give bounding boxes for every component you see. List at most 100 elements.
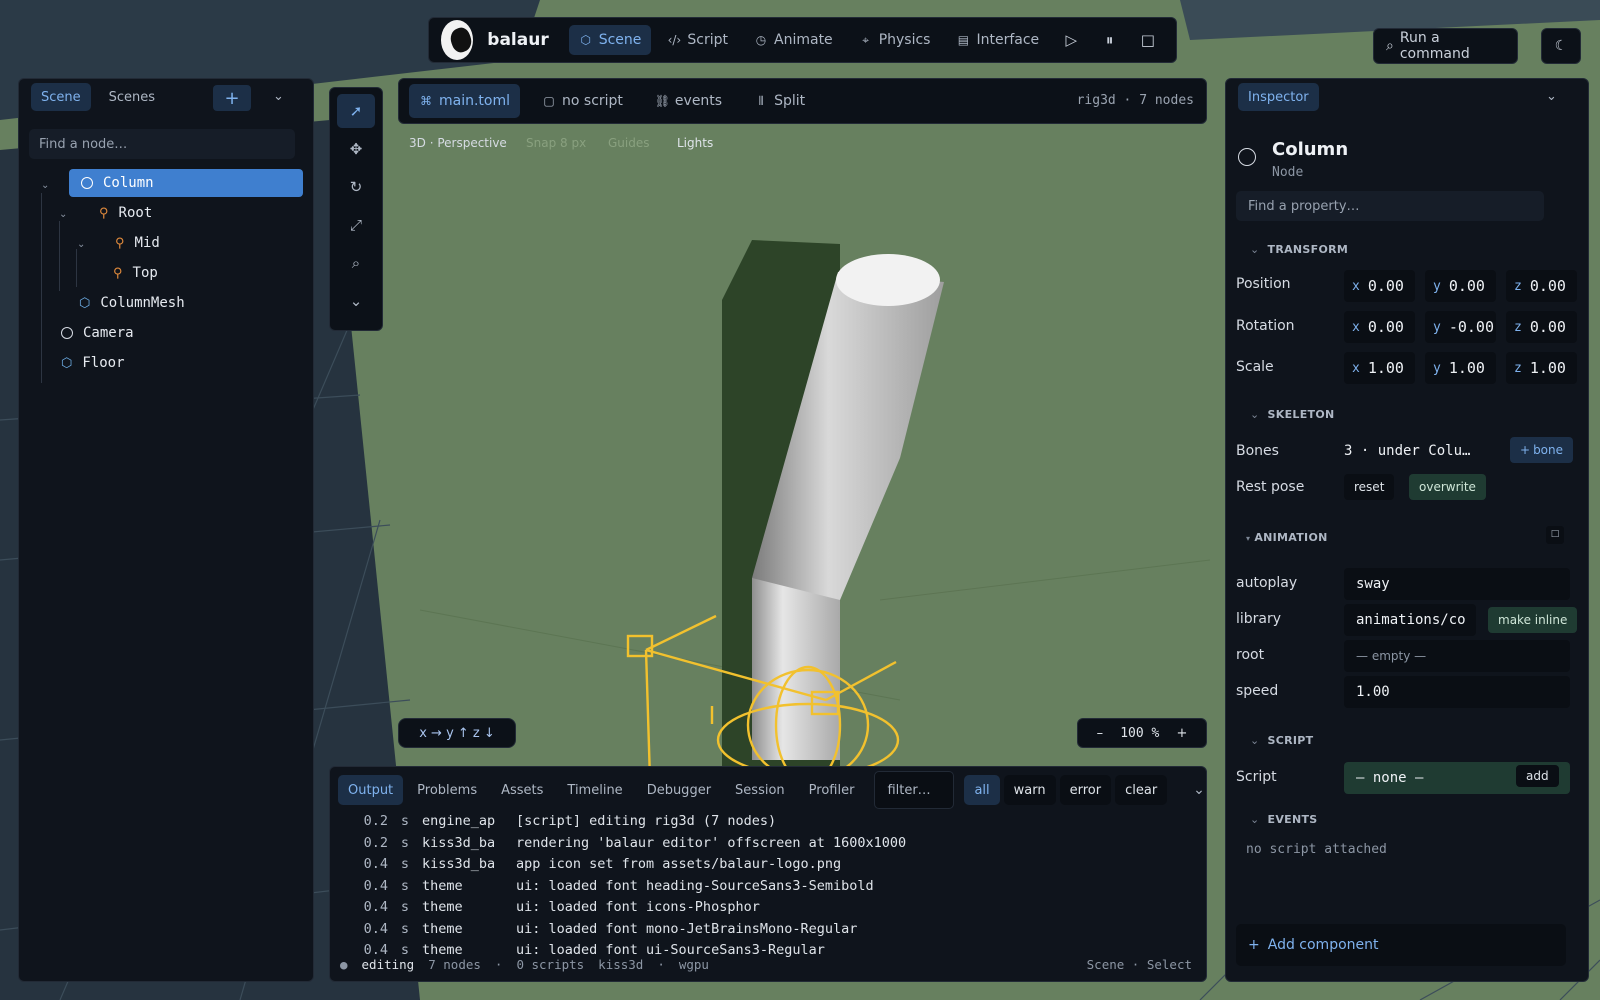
tree-item-column[interactable]: Column (69, 169, 303, 197)
snap-toggle[interactable]: Snap 8 px (526, 136, 586, 150)
scale-x-field[interactable]: x 1.00 (1344, 352, 1415, 384)
tab-interface[interactable]: ▤ Interface (946, 25, 1049, 55)
select-tool-button[interactable]: ➚ (337, 94, 375, 128)
tab-physics[interactable]: ⌖ Physics (849, 25, 941, 55)
tab-no-script[interactable]: ▢ no script (532, 84, 633, 118)
position-y-field[interactable]: y 0.00 (1425, 270, 1496, 302)
zoom-out-button[interactable]: – (1097, 726, 1104, 741)
collapse-toggle[interactable]: ⌄ (59, 209, 67, 220)
tab-scene[interactable]: ⬡ Scene (568, 25, 652, 55)
tab-inspector[interactable]: Inspector (1238, 83, 1319, 111)
tab-events[interactable]: ⛓ events (645, 84, 732, 118)
tab-assets[interactable]: Assets (491, 775, 553, 805)
tree-item-columnmesh[interactable]: ⬡ ColumnMesh (79, 289, 185, 317)
rest-pose-label: Rest pose (1236, 479, 1305, 495)
add-component-button[interactable]: + Add component (1236, 924, 1566, 966)
rotation-y-field[interactable]: y -0.00 (1425, 311, 1496, 343)
add-node-button[interactable]: + (213, 85, 251, 111)
tree-item-camera[interactable]: Camera (61, 319, 134, 347)
bones-value: 3 · under Colu… (1344, 443, 1471, 459)
make-inline-button[interactable]: make inline (1488, 607, 1578, 633)
log-source: theme (422, 877, 463, 894)
play-button[interactable]: ▷ (1055, 23, 1087, 57)
code-icon: ‹/› (667, 33, 682, 47)
command-palette-button[interactable]: ⌕ Run a command (1373, 28, 1518, 64)
speed-field[interactable]: 1.00 (1344, 676, 1570, 708)
property-search-input[interactable] (1236, 191, 1544, 221)
plus-icon: + (1248, 937, 1260, 953)
scale-y-field[interactable]: y 1.00 (1425, 352, 1496, 384)
chevron-down-icon[interactable]: ⌄ (1546, 89, 1557, 104)
pause-icon: ⏸ (1105, 31, 1114, 49)
reset-pose-button[interactable]: reset (1344, 474, 1395, 500)
log-unit: s (400, 920, 410, 937)
tab-label: main.toml (439, 93, 511, 109)
zoom-tool-button[interactable]: ⌕ (337, 246, 375, 280)
rotation-z-field[interactable]: z 0.00 (1506, 311, 1577, 343)
tab-debugger[interactable]: Debugger (637, 775, 721, 805)
scale-tool-button[interactable]: ⤢ (337, 208, 375, 242)
tab-animate[interactable]: ◷ Animate (744, 25, 843, 55)
tree-item-root[interactable]: ⚲ Root (99, 199, 152, 227)
tab-main-toml[interactable]: ⌘ main.toml (409, 84, 521, 118)
log-time: 0.4 (363, 899, 388, 915)
tab-output[interactable]: Output (338, 775, 404, 805)
camera-mode-label[interactable]: 3D · Perspective (409, 136, 507, 150)
collapse-toggle[interactable]: ⌄ (77, 239, 85, 250)
stop-button[interactable]: □ (1132, 23, 1164, 57)
tab-scene-tree[interactable]: Scene (31, 83, 91, 111)
level-error-button[interactable]: error (1059, 775, 1112, 805)
tab-problems[interactable]: Problems (407, 775, 487, 805)
collapse-toggle[interactable]: ⌄ (41, 180, 49, 191)
move-tool-button[interactable]: ✥ (337, 132, 375, 166)
tab-timeline[interactable]: Timeline (557, 775, 632, 805)
level-all-button[interactable]: all (964, 775, 1000, 805)
search-icon: ⌕ (351, 254, 361, 272)
autoplay-field[interactable]: sway (1344, 568, 1570, 600)
tab-profiler[interactable]: Profiler (799, 775, 865, 805)
tree-item-floor[interactable]: ⬡ Floor (61, 349, 125, 377)
add-script-button[interactable]: add (1516, 765, 1559, 787)
root-field[interactable]: — empty — (1344, 640, 1570, 672)
chevron-down-icon[interactable]: ⌄ (1193, 782, 1205, 798)
theme-toggle-button[interactable]: ☾ (1541, 28, 1581, 64)
tab-session[interactable]: Session (725, 775, 795, 805)
tree-item-mid[interactable]: ⚲ Mid (115, 229, 160, 257)
level-warn-button[interactable]: warn (1003, 775, 1056, 805)
transform-section-header[interactable]: ⌄ TRANSFORM (1250, 243, 1348, 256)
node-circle-icon (81, 177, 93, 189)
bone-icon: ⚲ (99, 205, 109, 221)
section-options-button[interactable]: □ (1546, 526, 1564, 544)
rotate-tool-button[interactable]: ↻ (337, 170, 375, 204)
script-section-header[interactable]: ⌄ SCRIPT (1250, 734, 1313, 747)
pause-button[interactable]: ⏸ (1093, 23, 1125, 57)
clear-button[interactable]: clear (1115, 775, 1168, 805)
node-search-input[interactable] (29, 129, 295, 159)
overwrite-pose-button[interactable]: overwrite (1409, 474, 1486, 500)
plus-icon: + (224, 87, 240, 109)
field-value: 0.00 (1367, 277, 1404, 295)
button-label: bone (1533, 443, 1564, 457)
log-filter-input[interactable] (874, 771, 955, 809)
position-x-field[interactable]: x 0.00 (1344, 270, 1415, 302)
tab-script[interactable]: ‹/› Script (657, 25, 738, 55)
tab-split[interactable]: ⫴ Split (744, 84, 815, 118)
rotation-x-field[interactable]: x 0.00 (1344, 311, 1415, 343)
events-section-header[interactable]: ⌄ EVENTS (1250, 813, 1318, 826)
position-z-field[interactable]: z 0.00 (1506, 270, 1577, 302)
chevron-down-icon[interactable]: ⌄ (273, 89, 284, 104)
tab-scenes[interactable]: Scenes (99, 83, 165, 111)
axis-label: x → y ↑ z ↓ (419, 725, 495, 741)
library-field[interactable]: animations/co (1344, 604, 1476, 636)
zoom-in-button[interactable]: + (1176, 726, 1187, 741)
log-source: theme (422, 920, 463, 937)
scale-z-field[interactable]: z 1.00 (1506, 352, 1577, 384)
skeleton-section-header[interactable]: ⌄ SKELETON (1250, 408, 1334, 421)
tab-label: Scene (598, 32, 642, 48)
guides-toggle[interactable]: Guides (608, 136, 650, 150)
lights-toggle[interactable]: Lights (677, 136, 713, 150)
animation-section-header[interactable]: ▾ ANIMATION (1246, 531, 1328, 544)
more-tools-button[interactable]: ⌄ (337, 284, 375, 318)
tree-item-top[interactable]: ⚲ Top (113, 259, 158, 287)
add-bone-button[interactable]: + bone (1510, 437, 1574, 463)
